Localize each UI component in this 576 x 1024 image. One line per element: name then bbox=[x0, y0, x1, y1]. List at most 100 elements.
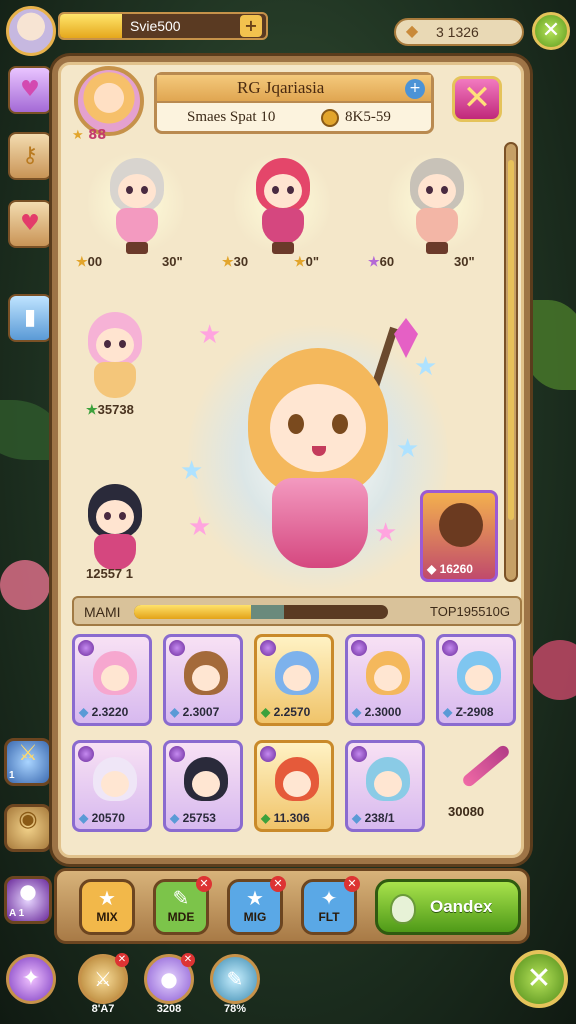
element-orb-icon bbox=[260, 746, 276, 762]
heart-gem-button[interactable]: ♥ bbox=[8, 66, 52, 114]
roster-card[interactable]: ◆ 2.3000 bbox=[345, 634, 425, 726]
scrollbar-thumb[interactable] bbox=[508, 160, 514, 520]
roster-scrollbar[interactable] bbox=[504, 142, 518, 582]
roster-card[interactable]: ◆ 20570 bbox=[72, 740, 152, 832]
rank-icon: ◆ bbox=[170, 811, 180, 825]
gem-count: 3 1326 bbox=[436, 24, 479, 40]
roster-card-value: ◆ 11.306 bbox=[261, 811, 310, 825]
hero-eye bbox=[272, 186, 279, 194]
player-avatar[interactable] bbox=[6, 6, 56, 56]
left-item-value: A 1 bbox=[9, 908, 25, 919]
ring-icon: ◉ bbox=[18, 807, 38, 832]
progress-track bbox=[134, 605, 388, 619]
rank-icon: ◆ bbox=[352, 811, 362, 825]
element-orb-icon bbox=[260, 640, 276, 656]
hero-legs bbox=[426, 242, 448, 254]
hero-eye bbox=[426, 186, 433, 194]
heart-button[interactable]: ♥ bbox=[8, 200, 52, 248]
hero-eye bbox=[119, 512, 126, 520]
roster-card-value: ◆ 25753 bbox=[170, 811, 216, 825]
close-icon[interactable]: ✕ bbox=[532, 12, 570, 50]
roster-card[interactable]: ◆ 2.3220 bbox=[72, 634, 152, 726]
rank-icon: ◆ bbox=[79, 705, 89, 719]
roster-card[interactable]: ◆ 238/1 bbox=[345, 740, 425, 832]
star-icon: ★ bbox=[72, 128, 84, 143]
roster-card[interactable]: ◆ 11.306 bbox=[254, 740, 334, 832]
energy-bar: Svie500 + bbox=[58, 12, 268, 40]
hero-portrait[interactable] bbox=[74, 66, 144, 136]
card-value: Z-2908 bbox=[455, 705, 494, 719]
summon-label: Oandex bbox=[430, 897, 493, 916]
info-icon[interactable]: + bbox=[405, 79, 425, 99]
featured-stat-left: ★60 bbox=[368, 254, 394, 270]
summon-button[interactable]: Oandex bbox=[375, 879, 521, 935]
sparkle-icon: ★ bbox=[396, 434, 420, 464]
roster-card-value: ◆ 2.3220 bbox=[79, 705, 128, 719]
card-value: 2.3000 bbox=[364, 705, 402, 719]
hero-face bbox=[101, 665, 129, 691]
card-button[interactable]: ▮ bbox=[8, 294, 52, 342]
dock-sword-item[interactable]: ⚔ ✕ 8'A7 bbox=[78, 953, 129, 1015]
dock-value: 8'A7 bbox=[91, 1003, 115, 1015]
element-orb-icon bbox=[442, 640, 458, 656]
roster-card[interactable]: ◆ Z-2908 bbox=[436, 634, 516, 726]
featured-stat-right: ★0" bbox=[294, 254, 319, 270]
stat-value: 0" bbox=[305, 254, 320, 269]
panel-title: RG Jqariasia bbox=[237, 78, 325, 97]
key-button[interactable]: ⚷ bbox=[8, 132, 52, 180]
toolbar-label: MIX bbox=[96, 910, 118, 924]
potion-item[interactable]: 30080 bbox=[448, 740, 518, 830]
toolbar-icon: ★ bbox=[98, 886, 116, 910]
remove-icon[interactable]: ✕ bbox=[344, 876, 360, 892]
featured-hero-2[interactable] bbox=[234, 148, 330, 258]
locked-hero-card[interactable]: ◆ 16260 bbox=[420, 490, 498, 582]
featured-hero-3[interactable] bbox=[388, 148, 484, 258]
element-orb-icon bbox=[351, 746, 367, 762]
orb-icon: ● bbox=[19, 879, 37, 903]
locked-card-value: ◆ 16260 bbox=[427, 562, 473, 576]
roster-card[interactable]: ◆ 25753 bbox=[163, 740, 243, 832]
card-value: 16260 bbox=[439, 562, 473, 576]
selected-hero[interactable] bbox=[188, 318, 448, 598]
remove-icon[interactable]: ✕ bbox=[196, 876, 212, 892]
panel-close-icon[interactable]: ✕ bbox=[452, 76, 502, 122]
toolbar-button-mig[interactable]: ★ MIG ✕ bbox=[227, 876, 286, 935]
hero-face bbox=[101, 771, 129, 797]
toolbar-button-mix[interactable]: ★ MIX bbox=[79, 879, 135, 935]
hero-dress bbox=[94, 362, 136, 398]
sword-icon: ⚔ bbox=[18, 741, 38, 766]
progress-secondary-fill bbox=[250, 605, 284, 619]
stat-value: 60 bbox=[379, 254, 395, 269]
side-hero-1[interactable] bbox=[66, 302, 162, 412]
energy-fill bbox=[60, 14, 122, 38]
card-value: 11.306 bbox=[273, 811, 310, 825]
dock-orb-item[interactable]: ● ✕ 3208 bbox=[144, 953, 195, 1015]
toolbar-button-mde[interactable]: ✎ MDE ✕ bbox=[153, 876, 212, 935]
featured-stat-left: ★00 bbox=[76, 254, 102, 270]
dock-close-icon[interactable]: ✕ bbox=[510, 950, 568, 1008]
remove-icon[interactable]: ✕ bbox=[181, 953, 195, 967]
rank-icon: ◆ bbox=[170, 705, 180, 719]
hero-eye bbox=[288, 414, 304, 434]
left-ring-item[interactable]: ◉ bbox=[4, 804, 52, 852]
dock-staff-item[interactable]: ✦ bbox=[6, 954, 56, 1004]
hero-dress bbox=[272, 478, 368, 568]
dock-value: 3208 bbox=[156, 1003, 182, 1015]
hero-eye bbox=[332, 414, 348, 434]
gem-counter: ◆ 3 1326 bbox=[394, 18, 524, 46]
hero-level-value: 88 bbox=[88, 128, 107, 143]
roster-card[interactable]: ◆ 2.2570 bbox=[254, 634, 334, 726]
dock-wand-item[interactable]: ✎ 78% bbox=[210, 954, 260, 1015]
rank-icon: ◆ bbox=[261, 705, 271, 719]
left-sword-item[interactable]: ⚔ 1 bbox=[4, 738, 52, 786]
progress-value: TOP195510G bbox=[430, 604, 510, 619]
left-orb-item[interactable]: ● A 1 bbox=[4, 876, 52, 924]
remove-icon[interactable]: ✕ bbox=[270, 876, 286, 892]
remove-icon[interactable]: ✕ bbox=[115, 953, 129, 967]
hero-face bbox=[283, 771, 311, 797]
toolbar-button-flt[interactable]: ✦ FLT ✕ bbox=[301, 876, 360, 935]
add-energy-button[interactable]: + bbox=[240, 15, 262, 37]
roster-card-value: ◆ 20570 bbox=[79, 811, 125, 825]
featured-hero-1[interactable] bbox=[88, 148, 184, 258]
roster-card[interactable]: ◆ 2.3007 bbox=[163, 634, 243, 726]
